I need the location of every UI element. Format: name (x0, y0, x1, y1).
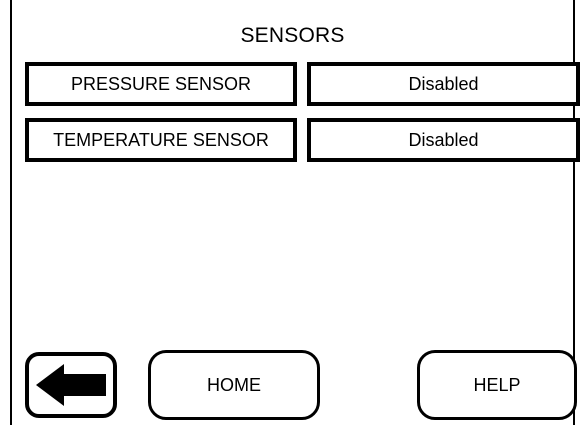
temperature-sensor-status: Disabled (408, 129, 479, 150)
pressure-sensor-status: Disabled (408, 73, 479, 94)
help-button[interactable]: HELP (417, 350, 577, 420)
pressure-sensor-label: PRESSURE SENSOR (70, 73, 252, 94)
pressure-sensor-status-button[interactable]: Disabled (307, 62, 580, 106)
frame-left-border (10, 0, 12, 425)
temperature-sensor-button[interactable]: TEMPERATURE SENSOR (25, 118, 297, 162)
help-button-label: HELP (473, 374, 521, 395)
back-button[interactable] (25, 352, 117, 418)
pressure-sensor-button[interactable]: PRESSURE SENSOR (25, 62, 297, 106)
temperature-sensor-label: TEMPERATURE SENSOR (53, 129, 269, 150)
home-button[interactable]: HOME (148, 350, 320, 420)
home-button-label: HOME (207, 374, 261, 395)
page-title: SENSORS (240, 24, 345, 47)
temperature-sensor-status-button[interactable]: Disabled (307, 118, 580, 162)
sensors-screen: SENSORS PRESSURE SENSOR Disabled TEMPERA… (0, 0, 582, 425)
arrow-left-icon (34, 362, 108, 408)
